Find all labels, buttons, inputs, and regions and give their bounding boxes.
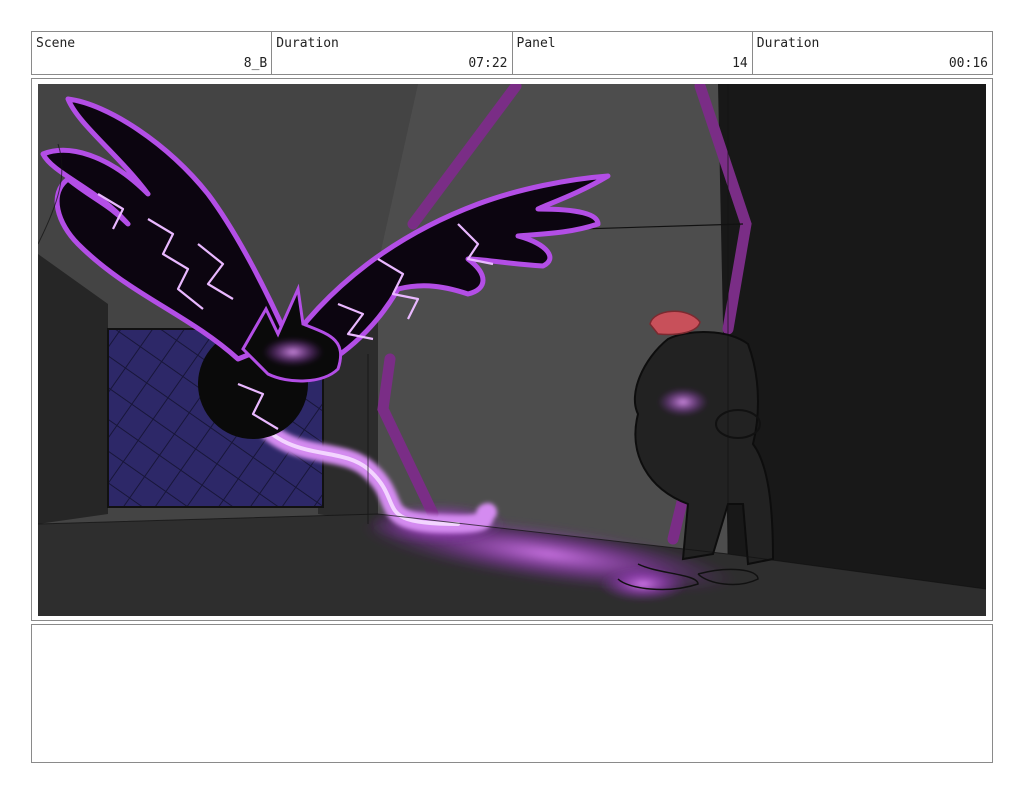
panel-label: Panel bbox=[516, 36, 556, 51]
panel-value: 14 bbox=[732, 56, 748, 71]
duration-label: Duration bbox=[276, 36, 339, 51]
panel-header: Scene 8_B Duration 07:22 Panel 14 Durati… bbox=[31, 31, 993, 75]
storyboard-frame bbox=[31, 78, 993, 621]
scene-value: 8_B bbox=[243, 56, 268, 71]
panel-duration-value: 00:16 bbox=[948, 56, 988, 71]
duration-value: 07:22 bbox=[468, 56, 508, 71]
storyboard-illustration bbox=[38, 84, 986, 616]
scene-label: Scene bbox=[36, 36, 76, 51]
scene-cell: Scene 8_B bbox=[32, 32, 273, 74]
panel-duration-label: Duration bbox=[756, 36, 820, 51]
panel-cell: Panel 14 bbox=[513, 32, 753, 74]
notes-box bbox=[31, 624, 993, 763]
panel-duration-cell: Duration 00:16 bbox=[753, 32, 992, 74]
duration-cell: Duration 07:22 bbox=[272, 32, 513, 74]
